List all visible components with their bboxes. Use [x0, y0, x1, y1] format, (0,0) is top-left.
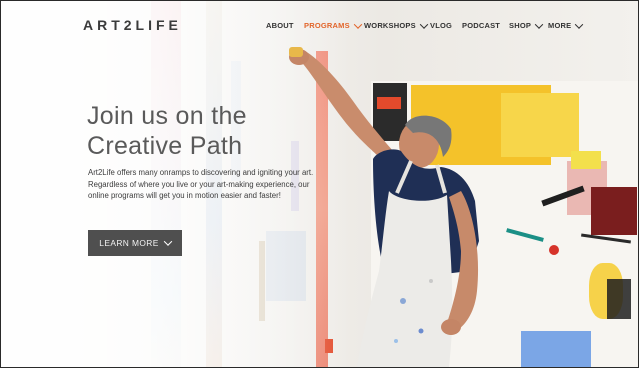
nav-item-programs[interactable]: PROGRAMS	[304, 19, 363, 30]
page-frame: ART2LIFE ABOUT PROGRAMS WORKSHOPS VLOG PODCA…	[0, 0, 639, 368]
nav-item-more[interactable]: MORE	[548, 19, 584, 30]
learn-more-label: LEARN MORE	[99, 238, 159, 248]
hero-heading-line-1: Join us on the	[87, 102, 247, 130]
chevron-down-icon	[163, 237, 172, 246]
hero-heading-line-2: Creative Path	[87, 132, 243, 160]
nav-item-label: MORE	[548, 21, 572, 30]
nav-item-podcast[interactable]: PODCAST	[462, 21, 500, 30]
nav-item-about[interactable]: ABOUT	[266, 21, 294, 30]
nav-item-shop[interactable]: SHOP	[509, 19, 544, 30]
main-navigation: ABOUT PROGRAMS WORKSHOPS VLOG PODCAST SHOP MOR…	[1, 19, 638, 37]
nav-item-label: PODCAST	[462, 21, 501, 30]
nav-item-vlog[interactable]: VLOG	[430, 21, 452, 30]
nav-item-label: WORKSHOPS	[364, 21, 416, 30]
hero-heading: Join us on the Creative Path	[87, 101, 337, 161]
chevron-down-icon	[575, 19, 584, 29]
nav-item-label: VLOG	[430, 21, 453, 30]
nav-item-label: ABOUT	[266, 21, 294, 30]
chevron-down-icon	[353, 19, 363, 29]
nav-item-label: SHOP	[509, 21, 532, 30]
hero-description: Art2Life offers many onramps to discover…	[88, 168, 314, 201]
chevron-down-icon	[419, 19, 429, 29]
nav-item-label: PROGRAMS	[304, 21, 350, 30]
learn-more-button[interactable]: LEARN MORE	[88, 230, 182, 256]
nav-item-workshops[interactable]: WORKSHOPS	[364, 19, 429, 30]
chevron-down-icon	[534, 19, 544, 29]
